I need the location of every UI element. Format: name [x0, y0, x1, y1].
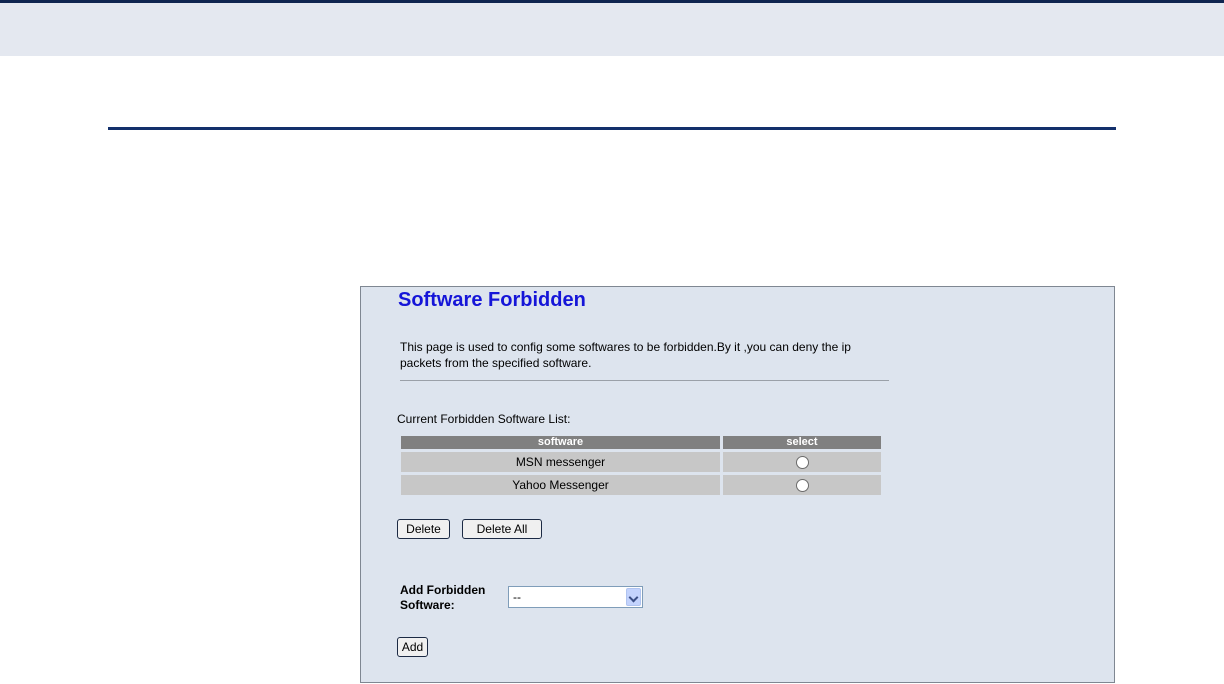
forbidden-software-select[interactable]: --	[508, 586, 643, 608]
section-divider	[108, 127, 1116, 130]
page-title: Software Forbidden	[398, 289, 586, 311]
select-current-value: --	[513, 590, 521, 604]
column-header-software: software	[401, 436, 720, 449]
list-caption: Current Forbidden Software List:	[397, 412, 571, 426]
software-name-cell: MSN messenger	[401, 452, 720, 472]
software-name-cell: Yahoo Messenger	[401, 475, 720, 495]
table-row: MSN messenger	[401, 452, 881, 472]
software-forbidden-panel: Software Forbidden This page is used to …	[360, 286, 1115, 683]
table-header-row: software select	[401, 436, 881, 449]
chevron-down-icon[interactable]	[626, 588, 641, 606]
select-cell	[723, 452, 881, 472]
add-forbidden-software-label: Add Forbidden Software:	[400, 583, 486, 612]
top-header-band	[0, 0, 1224, 56]
page-description: This page is used to config some softwar…	[400, 340, 851, 370]
select-cell	[723, 475, 881, 495]
column-header-select: select	[723, 436, 881, 449]
description-divider	[400, 380, 889, 381]
forbidden-software-table: software select MSN messenger Yahoo Mess…	[398, 433, 884, 498]
add-button[interactable]: Add	[397, 637, 428, 657]
delete-button[interactable]: Delete	[397, 519, 450, 539]
delete-all-button[interactable]: Delete All	[462, 519, 542, 539]
table-row: Yahoo Messenger	[401, 475, 881, 495]
row-select-radio[interactable]	[795, 479, 809, 493]
row-select-radio[interactable]	[795, 456, 809, 470]
